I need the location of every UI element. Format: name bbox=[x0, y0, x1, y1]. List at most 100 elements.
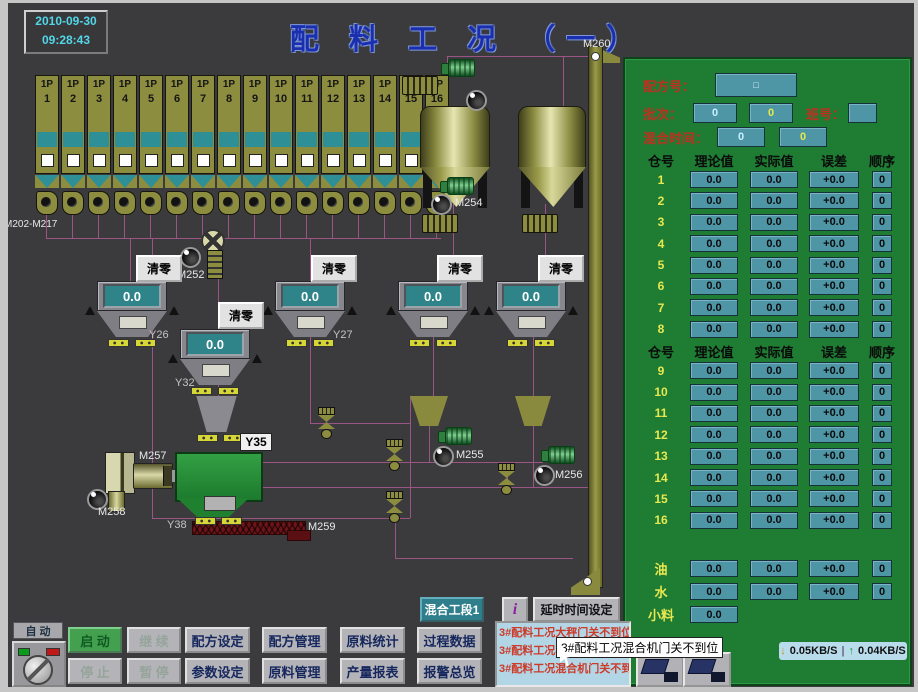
bin-number-label: 14 bbox=[374, 93, 396, 105]
surge-hopper bbox=[194, 396, 239, 432]
recipe-manage-button[interactable]: 配方管理 bbox=[262, 627, 327, 653]
alarm-overview-button[interactable]: 报警总览 bbox=[417, 658, 482, 684]
storage-bin: 1P9 bbox=[243, 75, 267, 215]
bin-number: 小料 bbox=[648, 605, 674, 624]
pipe-line bbox=[152, 518, 410, 519]
clear-zero-button[interactable]: 清零 bbox=[136, 255, 182, 282]
output-report-button[interactable]: 产量报表 bbox=[340, 658, 405, 684]
value-box-error: +0.0 bbox=[809, 257, 859, 274]
value-box-seq: 0 bbox=[872, 257, 892, 274]
value-box-error: +0.0 bbox=[809, 583, 859, 600]
bin-indicator bbox=[327, 154, 340, 167]
mix-section-button[interactable]: 混合工段1 bbox=[420, 597, 484, 622]
screen-frame-top bbox=[0, 0, 918, 3]
scale-hopper bbox=[398, 311, 468, 337]
recipe-set-button[interactable]: 配方设定 bbox=[185, 627, 250, 653]
bin-level-band bbox=[115, 132, 135, 147]
storage-bin: 1P10 bbox=[269, 75, 293, 215]
bin-prefix-label: 1P bbox=[348, 79, 370, 90]
bin-prefix-label: 1P bbox=[270, 79, 292, 90]
bin-number: 7 bbox=[658, 301, 665, 315]
storage-bin: 1P6 bbox=[165, 75, 189, 215]
valve-icon bbox=[498, 463, 515, 495]
table-row: 40.00.0+0.00 bbox=[627, 235, 908, 251]
scale-gate bbox=[119, 316, 147, 329]
bin-indicator bbox=[249, 154, 262, 167]
scale-gate-indicator bbox=[496, 339, 566, 347]
continue-button[interactable]: 继 续 bbox=[127, 627, 181, 653]
value-box-seq: 0 bbox=[872, 192, 892, 209]
auto-mode-label: 自 动 bbox=[13, 622, 63, 639]
value-box-theory: 0.0 bbox=[690, 362, 738, 379]
device-label-m254: M254 bbox=[455, 197, 483, 209]
storage-bin: 1P8 bbox=[217, 75, 241, 215]
pipe-line bbox=[130, 238, 131, 283]
bin-number: 15 bbox=[654, 492, 667, 506]
pipe-line bbox=[280, 211, 281, 239]
bins-group-label: M202-M217 bbox=[4, 219, 57, 230]
process-data-button[interactable]: 过程数据 bbox=[417, 627, 482, 653]
elevator-column bbox=[588, 46, 603, 588]
pipe-line bbox=[258, 487, 588, 488]
bin-number: 6 bbox=[658, 279, 665, 293]
bin-number-label: 4 bbox=[114, 93, 136, 105]
mixer-motor-icon bbox=[133, 463, 173, 489]
value-box-error: +0.0 bbox=[809, 405, 859, 422]
scale-housing: 0.0 bbox=[398, 281, 468, 311]
bin-prefix-label: 1P bbox=[374, 79, 396, 90]
material-manage-button[interactable]: 原料管理 bbox=[262, 658, 327, 684]
stop-button[interactable]: 停 止 bbox=[68, 658, 122, 684]
rotary-switch[interactable] bbox=[23, 655, 53, 685]
bin-number: 10 bbox=[654, 385, 667, 399]
bin-body: 1P13 bbox=[347, 75, 371, 174]
material-stats-button[interactable]: 原料统计 bbox=[340, 627, 405, 653]
separator: | bbox=[841, 645, 844, 657]
recipe-value: □ bbox=[753, 80, 758, 90]
bin-number: 12 bbox=[654, 428, 667, 442]
table-row: 小料0.0 bbox=[627, 605, 908, 622]
status-indicator-icon bbox=[534, 465, 555, 486]
motor-body bbox=[448, 59, 475, 77]
valve-icon bbox=[386, 439, 403, 471]
value-box-theory: 0.0 bbox=[690, 299, 738, 316]
bin-number: 2 bbox=[658, 194, 665, 208]
network-status: ↓ 0.05KB/S | ↑ 0.04KB/S bbox=[779, 642, 907, 660]
delay-time-button[interactable]: 延时时间设定 bbox=[533, 597, 620, 622]
clear-zero-button[interactable]: 清零 bbox=[437, 255, 483, 282]
value-box-error: +0.0 bbox=[809, 490, 859, 507]
value-box-theory: 0.0 bbox=[690, 384, 738, 401]
bin-feeder-icon bbox=[374, 191, 396, 215]
clear-zero-button[interactable]: 清零 bbox=[218, 302, 264, 329]
value-box-theory: 0.0 bbox=[690, 512, 738, 529]
bin-indicator bbox=[223, 154, 236, 167]
upload-arrow-icon: ↑ bbox=[849, 645, 855, 657]
pipe-line bbox=[395, 520, 396, 558]
scale-weight-display: 0.0 bbox=[103, 284, 161, 308]
value-box-actual: 0.0 bbox=[750, 384, 798, 401]
status-indicator-icon bbox=[466, 90, 487, 111]
value-box-actual: 0.0 bbox=[750, 362, 798, 379]
value-box-theory: 0.0 bbox=[690, 426, 738, 443]
bin-number: 8 bbox=[658, 322, 665, 336]
bin-number: 16 bbox=[654, 513, 667, 527]
param-set-button[interactable]: 参数设定 bbox=[185, 658, 250, 684]
bin-indicator bbox=[145, 154, 158, 167]
scale-weight-display: 0.0 bbox=[186, 332, 244, 356]
storage-bin: 1P4 bbox=[113, 75, 137, 215]
bin-number-label: 3 bbox=[88, 93, 110, 105]
bin-feeder-icon bbox=[36, 191, 58, 215]
value-box-theory: 0.0 bbox=[690, 235, 738, 252]
column-header: 仓号 bbox=[648, 342, 674, 361]
upload-speed: 0.04KB/S bbox=[858, 645, 906, 657]
value-box-actual: 0.0 bbox=[750, 512, 798, 529]
info-button[interactable]: i bbox=[502, 597, 528, 623]
pause-button[interactable]: 暂 停 bbox=[127, 658, 181, 684]
value-box-seq: 0 bbox=[872, 362, 892, 379]
clear-zero-button[interactable]: 清零 bbox=[311, 255, 357, 282]
clear-zero-button[interactable]: 清零 bbox=[538, 255, 584, 282]
start-button[interactable]: 启 动 bbox=[68, 627, 122, 653]
pipe-line bbox=[410, 396, 411, 518]
bin-number: 油 bbox=[654, 559, 667, 578]
table-row: 70.00.0+0.00 bbox=[627, 299, 908, 315]
bin-feeder-icon bbox=[322, 191, 344, 215]
